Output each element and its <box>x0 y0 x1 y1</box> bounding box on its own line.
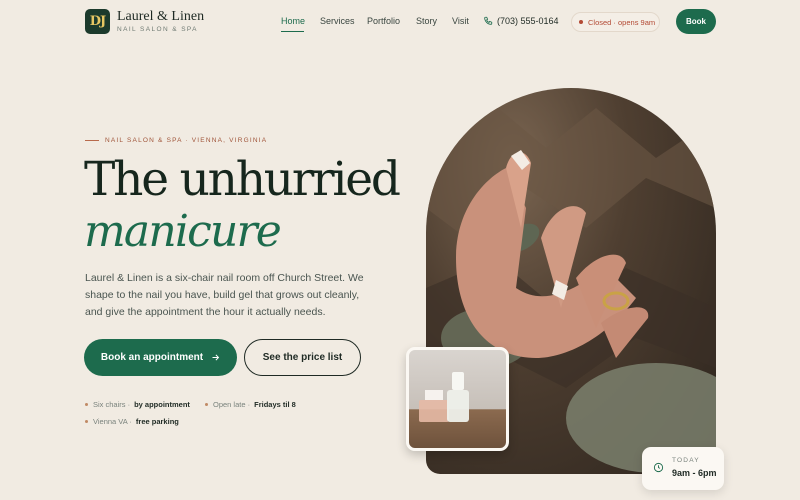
bullet-dot <box>85 403 88 406</box>
price-list-button[interactable]: See the price list <box>244 339 361 376</box>
brand-tagline: NAIL SALON & SPA <box>117 26 198 33</box>
bullet-dot <box>85 420 88 423</box>
nav-home[interactable]: Home <box>281 16 305 26</box>
status-badge: Closed · opens 9am <box>571 12 660 32</box>
book-button[interactable]: Book <box>676 9 716 34</box>
brand-name[interactable]: Laurel & Linen <box>117 9 204 25</box>
arrow-right-icon <box>212 354 220 361</box>
bullet-dot <box>205 403 208 406</box>
hero-description: Laurel & Linen is a six-chair nail room … <box>85 272 364 318</box>
status-dot <box>579 20 583 24</box>
meta-label: Six chairs · <box>93 400 131 409</box>
nav-active-indicator <box>281 31 304 32</box>
brand-logo[interactable]: DJ <box>85 9 110 34</box>
meta-item: Open late · Fridays til 8 <box>205 400 296 409</box>
meta-value: by appointment <box>134 400 190 409</box>
product-photo-nail-polish <box>406 347 509 451</box>
today-label: TODAY <box>672 457 700 464</box>
book-appointment-button[interactable]: Book an appointment <box>84 339 237 376</box>
hero-title-line1: The unhurried <box>84 152 401 207</box>
clock-icon <box>653 462 664 473</box>
meta-label: Vienna VA · <box>93 417 132 426</box>
eyebrow-divider <box>85 140 99 141</box>
hero-eyebrow: NAIL SALON & SPA · VIENNA, VIRGINIA <box>105 137 268 144</box>
today-hours-card: TODAY 9am - 6pm <box>642 447 724 490</box>
today-hours: 9am - 6pm <box>672 468 717 478</box>
meta-value: Fridays til 8 <box>254 400 296 409</box>
meta-value: free parking <box>135 417 179 426</box>
meta-item: Vienna VA · free parking <box>85 417 179 426</box>
meta-item: Six chairs · by appointment <box>85 400 190 409</box>
book-appointment-label: Book an appointment <box>100 352 204 363</box>
phone-icon <box>484 16 493 25</box>
phone-link[interactable]: (703) 555-0164 <box>497 16 559 26</box>
status-text: Closed · opens 9am <box>588 17 656 27</box>
nav-services[interactable]: Services <box>320 16 355 26</box>
nav-visit[interactable]: Visit <box>452 16 469 26</box>
nav-portfolio[interactable]: Portfolio <box>367 16 400 26</box>
hero-title-line2: manicure <box>84 206 282 257</box>
nav-story[interactable]: Story <box>416 16 437 26</box>
nail-polish-illustration <box>419 372 469 422</box>
meta-label: Open late · <box>213 400 251 409</box>
